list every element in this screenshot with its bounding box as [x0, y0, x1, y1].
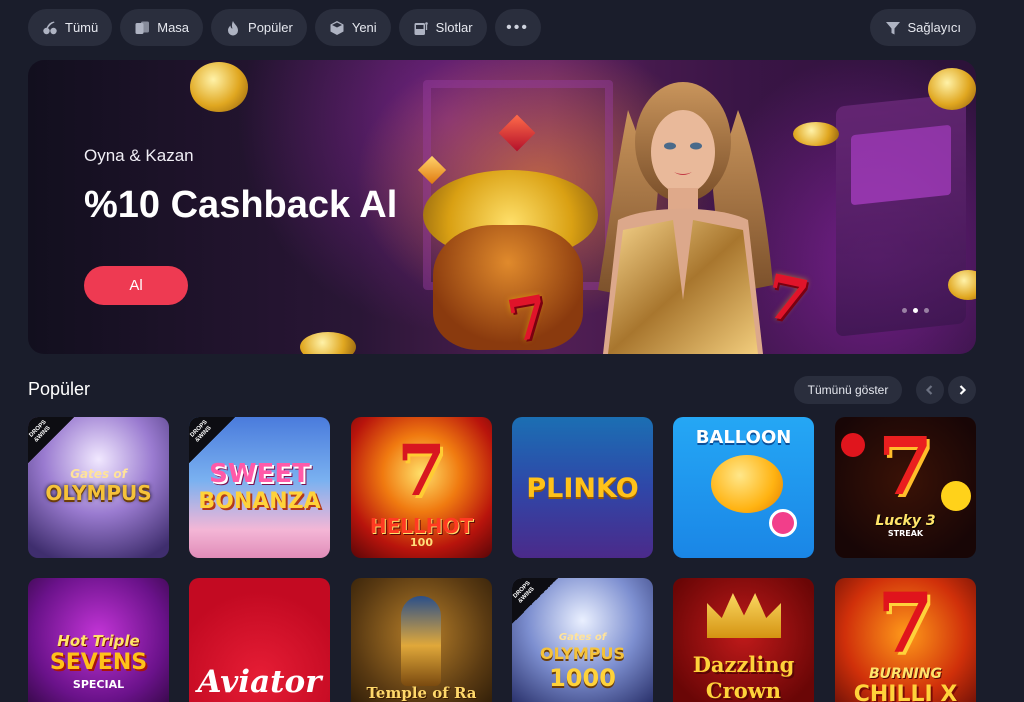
filter-new[interactable]: Yeni [314, 9, 391, 46]
carousel-prev-button[interactable] [916, 376, 944, 404]
filter-all[interactable]: Tümü [28, 9, 113, 46]
filter-popular-label: Popüler [248, 20, 293, 35]
coin-illustration [793, 122, 839, 146]
crown-illustration [707, 593, 781, 638]
category-filter-bar: Tümü Masa Popüler Yeni Slotlar ••• Sağla… [28, 9, 976, 46]
coin-illustration [190, 62, 248, 112]
game-title: BALLOON [695, 427, 792, 448]
banner-title: %10 Cashback Al [84, 184, 398, 226]
game-tile-balloon[interactable]: BALLOON [673, 417, 814, 558]
game-tile-aviator[interactable]: Aviator [189, 578, 330, 702]
game-title: Temple of Ra [366, 684, 477, 702]
game-title: Dazzling [692, 652, 795, 677]
game-title: OLYMPUS [45, 481, 152, 505]
banner-cta-button[interactable]: Al [84, 266, 188, 305]
cards-icon [135, 21, 150, 34]
game-title: SWEET [209, 459, 310, 489]
game-title: STREAK [887, 529, 924, 538]
game-title: PLINKO [526, 473, 639, 504]
game-title: BONANZA [198, 489, 321, 514]
flame-icon [228, 20, 239, 35]
cube-icon [330, 20, 344, 35]
drops-wins-badge: DROPS &WINS [512, 578, 558, 624]
carousel-dot[interactable] [902, 308, 907, 313]
section-title-popular: Popüler [28, 379, 91, 399]
game-tile-burning-chilli-x[interactable]: 7 BURNING CHILLI X [835, 578, 976, 702]
game-tile-lucky-streak-3[interactable]: 7 Lucky 3 STREAK [835, 417, 976, 558]
game-title: BURNING [869, 666, 942, 682]
falcon-statue-illustration [401, 596, 441, 686]
slot-machine-icon [414, 21, 428, 35]
drops-wins-badge: DROPS &WINS [28, 417, 74, 463]
game-title: OLYMPUS [539, 644, 626, 663]
game-title: Gates of [558, 632, 607, 643]
carousel-dot[interactable] [924, 308, 929, 313]
filter-slots[interactable]: Slotlar [398, 9, 487, 46]
game-title: Aviator [197, 664, 322, 700]
game-title: SEVENS [49, 650, 148, 675]
filter-table[interactable]: Masa [120, 9, 204, 46]
coin-illustration [928, 68, 976, 110]
pink-button-illustration [769, 509, 797, 537]
show-all-button[interactable]: Tümünü göster [794, 376, 902, 404]
carousel-next-button[interactable] [948, 376, 976, 404]
carousel-dot-active[interactable] [913, 308, 918, 313]
game-title: SPECIAL [72, 678, 125, 691]
more-dots-icon: ••• [506, 18, 529, 36]
drops-wins-badge: DROPS &WINS [189, 417, 235, 463]
more-filters-button[interactable]: ••• [494, 9, 541, 46]
game-tile-plinko[interactable]: PLINKO [512, 417, 653, 558]
filter-all-label: Tümü [65, 20, 99, 35]
banner-subtitle: Oyna & Kazan [84, 146, 194, 165]
balloon-illustration [711, 455, 783, 513]
game-tile-hell-hot-100[interactable]: 7 HELLHOT 100 [351, 417, 492, 558]
game-title: Lucky 3 [875, 513, 936, 529]
game-title: Gates of [70, 467, 127, 481]
game-title: Crown [705, 678, 782, 702]
game-title: CHILLI X [853, 682, 958, 702]
provider-filter-button[interactable]: Sağlayıcı [869, 9, 976, 46]
game-tile-dazzling-crown[interactable]: Dazzling Crown [673, 578, 814, 702]
game-tile-hot-triple-sevens[interactable]: Hot Triple SEVENS SPECIAL [28, 578, 169, 702]
game-title: 7 [397, 429, 446, 512]
game-title: HELLHOT [369, 514, 474, 538]
funnel-icon [885, 21, 900, 34]
game-tile-gates-of-olympus-1000[interactable]: DROPS &WINS Gates of OLYMPUS 1000 [512, 578, 653, 702]
carousel-indicators [902, 308, 929, 313]
game-title: Hot Triple [57, 632, 140, 650]
chevron-left-icon [925, 385, 933, 395]
cherry-icon [43, 21, 57, 34]
filter-new-label: Yeni [351, 20, 377, 35]
game-title: 7 [876, 578, 935, 672]
game-tile-sweet-bonanza[interactable]: DROPS &WINS SWEET BONANZA [189, 417, 330, 558]
game-tile-gates-of-olympus[interactable]: DROPS &WINS Gates of OLYMPUS [28, 417, 169, 558]
game-title: 1000 [549, 664, 616, 692]
filter-table-label: Masa [157, 20, 190, 35]
chevron-right-icon [959, 385, 967, 395]
model-illustration [598, 82, 773, 354]
game-title: 7 [877, 419, 934, 513]
filter-popular[interactable]: Popüler [211, 9, 307, 46]
game-title: 100 [410, 536, 433, 549]
game-tile-temple-of-ra[interactable]: Temple of Ra [351, 578, 492, 702]
slot-machine-illustration [836, 93, 966, 337]
coin-illustration [300, 332, 356, 354]
provider-filter-label: Sağlayıcı [907, 20, 961, 35]
filter-slots-label: Slotlar [435, 20, 473, 35]
promo-banner[interactable]: 7 7 Oyna & Kazan %10 Cashback Al Al [28, 60, 976, 354]
